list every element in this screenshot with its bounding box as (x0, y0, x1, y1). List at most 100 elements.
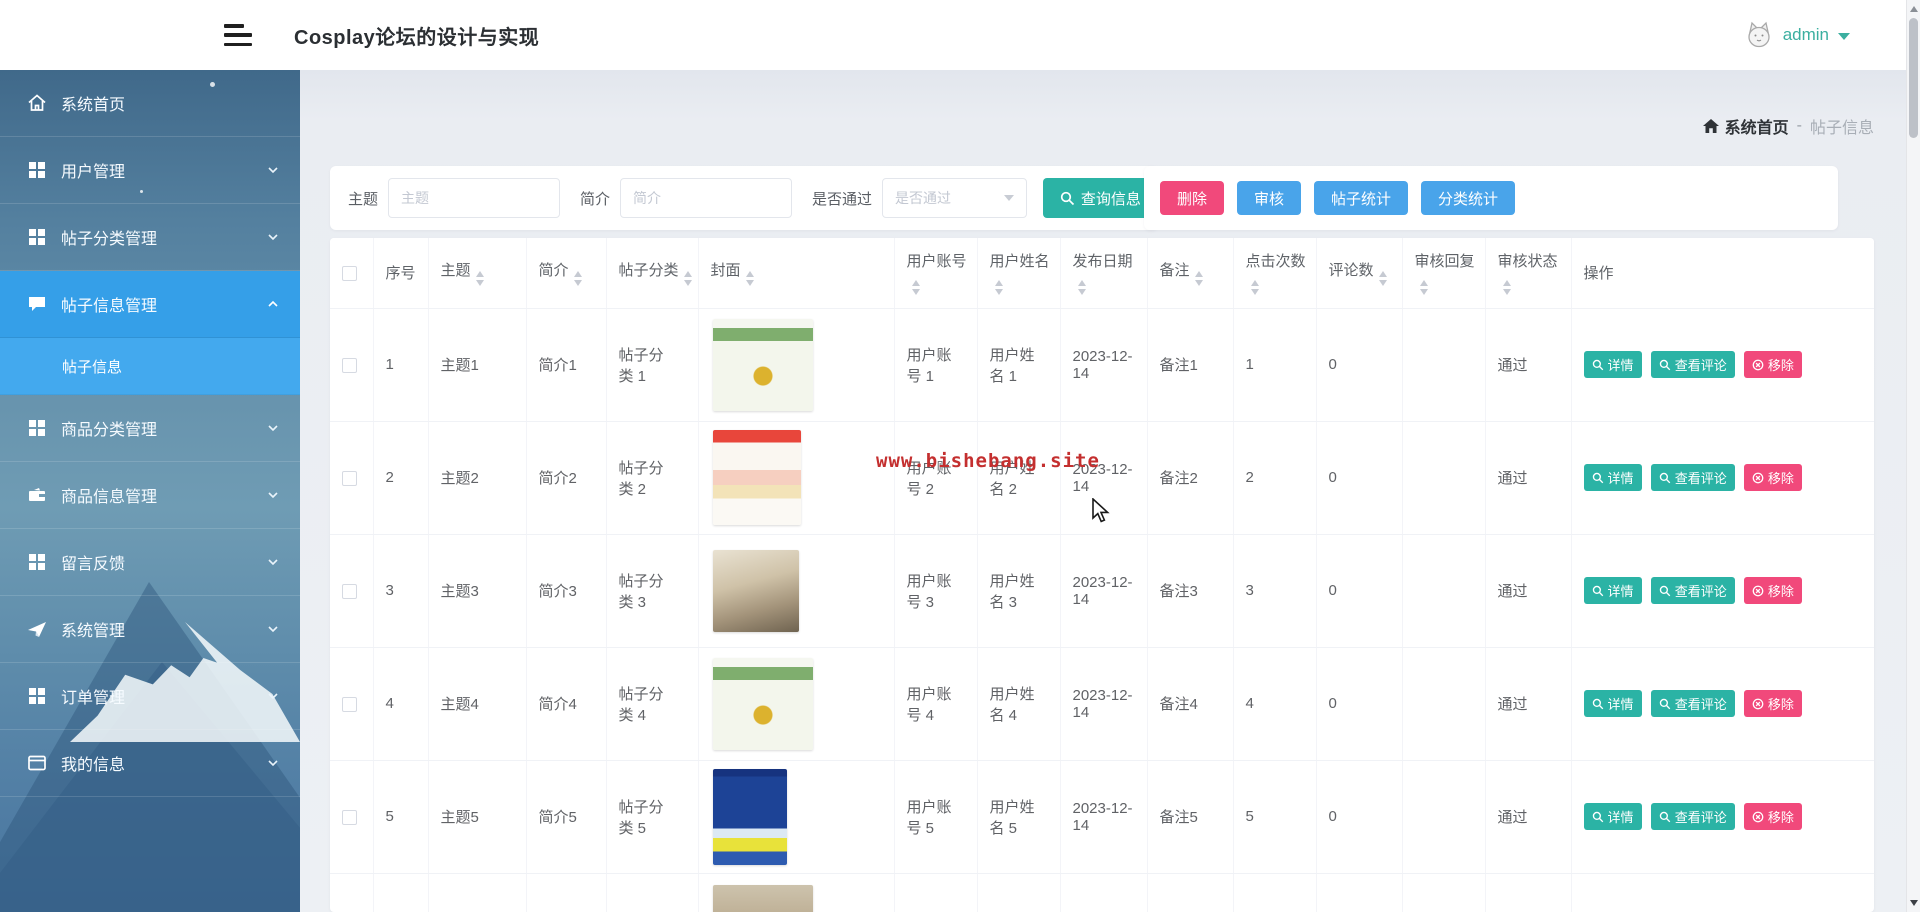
main-content: 系统首页 - 帖子信息 主题 简介 是否通过 是否通过 查询信息 删除 审核 帖… (300, 70, 1906, 912)
sidebar-item-home[interactable]: 系统首页 (0, 70, 300, 137)
remove-button[interactable]: 移除 (1743, 577, 1802, 604)
sort-caret-icon[interactable] (1419, 280, 1428, 296)
sidebar-item-system[interactable]: 系统管理 (0, 596, 300, 663)
category-stats-button[interactable]: 分类统计 (1421, 181, 1516, 215)
chevron-down-icon (1003, 195, 1014, 201)
scrollbar-thumb[interactable] (1909, 18, 1918, 138)
sort-caret-icon[interactable] (475, 271, 484, 287)
view-comments-button[interactable]: 查看评论 (1650, 464, 1735, 491)
sort-caret-icon[interactable] (1502, 280, 1511, 296)
sidebar-item-users[interactable]: 用户管理 (0, 137, 300, 204)
sidebar-item-my-info[interactable]: 我的信息 (0, 730, 300, 797)
post-cover-image[interactable] (712, 884, 813, 912)
sort-caret-icon[interactable] (745, 271, 754, 287)
cell-cover (698, 308, 895, 422)
cell-date: 2023-12-14 (1060, 534, 1148, 648)
sort-caret-icon[interactable] (1378, 271, 1387, 287)
search-icon (1592, 698, 1603, 709)
row-checkbox[interactable] (342, 357, 357, 373)
cell-clicks: 1 (1233, 308, 1317, 422)
detail-button[interactable]: 详情 (1583, 803, 1642, 830)
detail-button[interactable]: 详情 (1583, 464, 1642, 491)
post-cover-image[interactable] (712, 430, 801, 525)
post-cover-image[interactable] (712, 768, 787, 865)
theme-filter-input[interactable] (388, 178, 561, 218)
intro-filter-input[interactable] (620, 178, 793, 218)
detail-button[interactable]: 详情 (1583, 690, 1642, 717)
sidebar-item-label: 我的信息 (61, 757, 126, 774)
search-icon (1659, 472, 1670, 483)
cell-intro (526, 873, 607, 912)
cell-operations: 详情 查看评论 移除 (1571, 647, 1874, 761)
posts-table-card: 序号 主题 简介 帖子分类 封面 用户账号 用户姓名 发布日期 备注 点击次数 … (330, 238, 1874, 912)
grid-icon (29, 229, 45, 245)
sidebar-item-product-info[interactable]: 商品信息管理 (0, 462, 300, 529)
cell-category: 帖子分类 4 (606, 647, 699, 761)
cell-title: 主题2 (428, 421, 527, 535)
scrollbar-up-arrow[interactable] (1907, 2, 1920, 16)
intro-filter-label: 简介 (580, 190, 611, 208)
remove-button[interactable]: 移除 (1743, 803, 1802, 830)
cell-name: 用户姓名 4 (977, 647, 1061, 761)
cell-date: 2023-12-14 (1060, 308, 1148, 422)
sort-caret-icon[interactable] (573, 271, 582, 287)
breadcrumb-separator: - (1796, 117, 1802, 134)
cell-category: 帖子分类 1 (606, 308, 699, 422)
select-all-checkbox[interactable] (342, 265, 357, 281)
cell-no: 5 (373, 760, 429, 874)
cell-cover (698, 647, 895, 761)
remove-button[interactable]: 移除 (1743, 690, 1802, 717)
sidebar-item-orders[interactable]: 订单管理 (0, 663, 300, 730)
breadcrumb-home-link[interactable]: 系统首页 (1702, 114, 1789, 138)
scrollbar-down-arrow[interactable] (1907, 896, 1920, 910)
view-comments-button[interactable]: 查看评论 (1650, 351, 1735, 378)
vertical-scrollbar[interactable] (1906, 0, 1920, 912)
grid-icon (29, 162, 45, 178)
row-checkbox[interactable] (342, 809, 357, 825)
column-header: 评论数 (1316, 238, 1403, 309)
review-button[interactable]: 审核 (1237, 181, 1302, 215)
row-checkbox[interactable] (342, 696, 357, 712)
sidebar-item-post-categories[interactable]: 帖子分类管理 (0, 204, 300, 271)
detail-button[interactable]: 详情 (1583, 351, 1642, 378)
pass-filter-select[interactable]: 是否通过 (882, 178, 1027, 218)
search-icon (1592, 359, 1603, 370)
view-comments-button[interactable]: 查看评论 (1650, 690, 1735, 717)
detail-button[interactable]: 详情 (1583, 577, 1642, 604)
sort-caret-icon[interactable] (911, 280, 920, 296)
post-stats-button[interactable]: 帖子统计 (1314, 181, 1409, 215)
sidebar-item-feedback[interactable]: 留言反馈 (0, 529, 300, 596)
cell-remark: 备注3 (1147, 534, 1234, 648)
sidebar-item-product-categories[interactable]: 商品分类管理 (0, 395, 300, 462)
sidebar-item-label: 订单管理 (61, 690, 126, 707)
admin-dropdown[interactable]: admin (1744, 0, 1850, 70)
row-checkbox[interactable] (342, 470, 357, 486)
view-comments-button[interactable]: 查看评论 (1650, 577, 1735, 604)
home-icon (28, 94, 46, 111)
cell-review-status: 通过 (1485, 421, 1572, 535)
remove-button[interactable]: 移除 (1743, 351, 1802, 378)
delete-button[interactable]: 删除 (1160, 181, 1225, 215)
sidebar-subitem-post-info[interactable]: 帖子信息 (0, 338, 300, 395)
sidebar-item-post-info-management[interactable]: 帖子信息管理 (0, 271, 300, 338)
grid-icon (29, 554, 45, 570)
row-checkbox[interactable] (342, 583, 357, 599)
remove-button[interactable]: 移除 (1743, 464, 1802, 491)
sidebar-item-label: 系统管理 (61, 623, 126, 640)
post-cover-image[interactable] (712, 318, 813, 411)
sort-caret-icon[interactable] (1194, 271, 1203, 287)
search-button[interactable]: 查询信息 (1042, 178, 1158, 218)
sort-caret-icon[interactable] (683, 271, 692, 287)
sort-caret-icon[interactable] (994, 280, 1003, 296)
post-cover-image[interactable] (712, 549, 799, 632)
menu-toggle-icon[interactable] (224, 24, 254, 46)
sort-caret-icon[interactable] (1250, 280, 1259, 296)
app-title: Cosplay论坛的设计与实现 (294, 26, 540, 49)
chevron-down-icon (268, 492, 278, 499)
post-cover-image[interactable] (712, 657, 813, 750)
cell-review-reply (1402, 308, 1486, 422)
briefcase-icon (29, 488, 45, 501)
table-row: 5 主题5 简介5 帖子分类 5 用户账号 5 用户姓名 5 2023-12-1… (330, 760, 1874, 874)
sort-caret-icon[interactable] (1077, 280, 1086, 296)
view-comments-button[interactable]: 查看评论 (1650, 803, 1735, 830)
